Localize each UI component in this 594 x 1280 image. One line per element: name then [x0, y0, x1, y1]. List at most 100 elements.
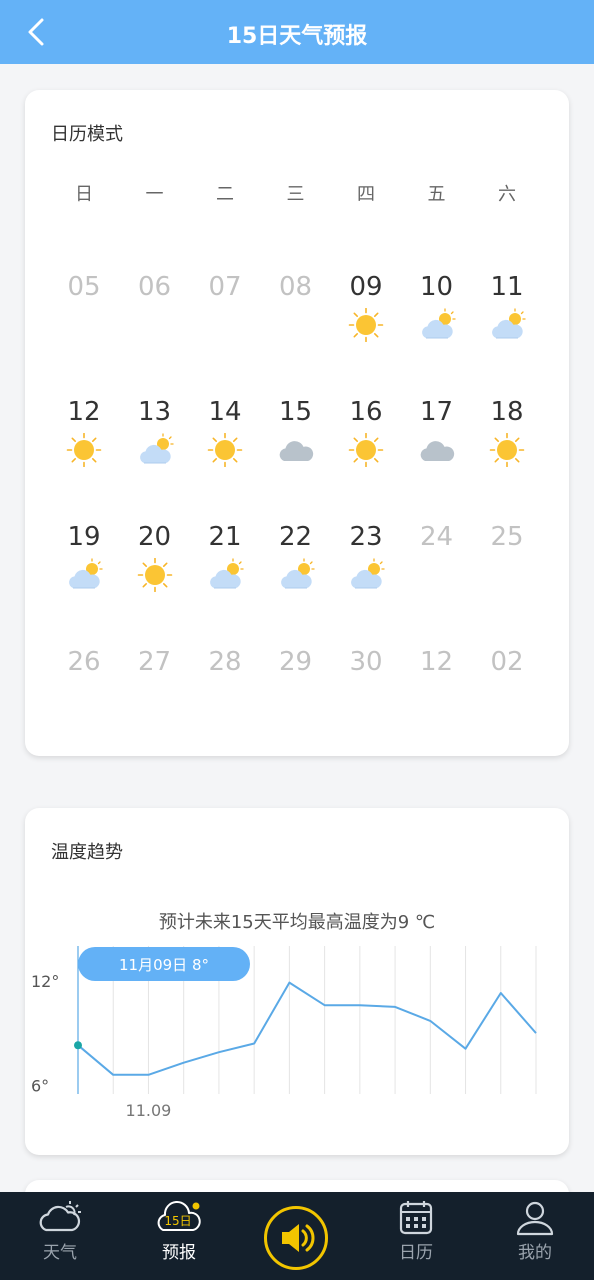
nav-item-forecast[interactable]: 15日 预报: [129, 1192, 229, 1280]
calendar-day[interactable]: 06: [120, 270, 190, 380]
nav-item-calendar[interactable]: 日历: [366, 1192, 466, 1280]
partly-cloudy-icon: [421, 308, 456, 339]
temperature-subtitle: 预计未来15天平均最高温度为9 ℃: [158, 912, 436, 933]
weekday-label: 五: [427, 184, 446, 205]
sunny-icon: [137, 558, 172, 592]
calendar-day[interactable]: 07: [190, 270, 260, 380]
day-number: 29: [278, 647, 313, 677]
weekday-label: 三: [286, 184, 305, 205]
day-number: 07: [208, 272, 242, 302]
sunny-icon: [489, 433, 525, 467]
partly-cloudy-icon: [139, 433, 174, 464]
sunny-icon: [66, 433, 102, 467]
nav-label-calendar: 日历: [399, 1243, 433, 1263]
day-number: 22: [278, 522, 313, 552]
day-number: 18: [490, 397, 524, 427]
day-number: 05: [67, 272, 101, 302]
calendar-day[interactable]: 24: [402, 520, 472, 630]
temperature-line: [77, 981, 537, 1076]
calendar-day[interactable]: 12: [402, 645, 472, 755]
forecast-badge: 15日: [164, 1214, 191, 1228]
day-number: 23: [349, 522, 383, 552]
voice-broadcast-button[interactable]: [264, 1206, 328, 1270]
calendar-day[interactable]: 15: [261, 395, 331, 505]
calendar-day[interactable]: 12: [49, 395, 119, 505]
calendar-day[interactable]: 29: [261, 645, 331, 755]
page-title: 15日天气预报: [226, 24, 368, 49]
weekday-label: 二: [216, 184, 234, 205]
nav-item-weather[interactable]: 天气: [10, 1192, 110, 1280]
weekday-label: 四: [357, 184, 375, 205]
calendar-day[interactable]: 18: [472, 395, 542, 505]
nav-label-weather: 天气: [43, 1243, 77, 1263]
tooltip-text: 11月09日 8°: [119, 956, 209, 974]
day-number: 12: [419, 647, 454, 677]
calendar-day[interactable]: 25: [472, 520, 542, 630]
calendar-day[interactable]: 26: [49, 645, 119, 755]
nav-label-forecast: 预报: [162, 1243, 196, 1263]
day-number: 06: [137, 272, 172, 302]
temperature-card: 温度趋势 预计未来15天平均最高温度为9 ℃ 6° 12° 11.09 11月09日 …: [25, 808, 569, 1155]
partly-cloudy-icon: [69, 558, 103, 589]
day-number: 26: [67, 647, 101, 677]
day-number: 17: [419, 397, 454, 427]
calendar-day[interactable]: 13: [120, 395, 190, 505]
y-tick-label: 6°: [31, 1076, 49, 1095]
day-number: 09: [349, 272, 383, 302]
calendar-day[interactable]: 17: [402, 395, 472, 505]
calendar-day[interactable]: 19: [49, 520, 119, 630]
user-icon: [516, 1201, 554, 1236]
day-number: 15: [278, 397, 313, 427]
x-tick-label: 11.09: [126, 1101, 172, 1120]
day-number: 28: [208, 647, 242, 677]
weekday-header: 日一二三四五六: [49, 180, 543, 206]
calendar-icon: [399, 1201, 433, 1235]
weekday-label: 日: [75, 184, 93, 205]
calendar-day[interactable]: 30: [331, 645, 401, 755]
day-number: 11: [490, 272, 524, 302]
sunny-icon: [348, 308, 384, 342]
calendar-day[interactable]: 08: [261, 270, 331, 380]
day-number: 20: [137, 522, 172, 552]
partly-cloudy-icon: [351, 558, 385, 589]
day-number: 30: [349, 647, 383, 677]
calendar-card: 日历模式 日 一 二 三 四 五 六 05 06 07 08 09 10 11 12 13 14 15 16 17 1…: [25, 90, 569, 756]
partly-cloudy-icon: [280, 558, 315, 589]
calendar-day[interactable]: 14: [190, 395, 260, 505]
highlight-point: [74, 1041, 82, 1050]
partly-cloudy-icon: [210, 558, 244, 589]
calendar-day[interactable]: 05: [49, 270, 119, 380]
y-tick-label: 12°: [31, 972, 59, 991]
day-number: 10: [419, 272, 454, 302]
calendar-day[interactable]: 21: [190, 520, 260, 630]
calendar-day[interactable]: 10: [402, 270, 472, 380]
day-number: 19: [67, 522, 101, 552]
day-number: 02: [490, 647, 524, 677]
calendar-day[interactable]: 27: [120, 645, 190, 755]
weekday-label: 一: [145, 184, 164, 205]
sunny-icon: [207, 433, 243, 467]
nav-item-mine[interactable]: 我的: [485, 1192, 585, 1280]
calendar-day[interactable]: 16: [331, 395, 401, 505]
cloudy-icon: [279, 441, 313, 461]
cloudy-icon: [420, 441, 454, 461]
day-number: 24: [419, 522, 454, 552]
day-number: 12: [67, 397, 101, 427]
calendar-day[interactable]: 28: [190, 645, 260, 755]
calendar-day[interactable]: 23: [331, 520, 401, 630]
day-number: 25: [490, 522, 524, 552]
partly-cloudy-icon: [492, 308, 526, 339]
calendar-day[interactable]: 20: [120, 520, 190, 630]
sunny-icon: [348, 433, 384, 467]
calendar-day[interactable]: 02: [472, 645, 542, 755]
day-number: 08: [278, 272, 313, 302]
day-number: 21: [208, 522, 242, 552]
day-number: 14: [208, 397, 242, 427]
bottom-nav: 天气 15日 预报 日历 我的: [0, 1192, 594, 1280]
temperature-chart[interactable]: 6° 12° 11.09 11月09日 8°: [25, 938, 569, 1128]
weather-icon: [39, 1201, 81, 1232]
temperature-title: 温度趋势: [51, 842, 123, 863]
calendar-day[interactable]: 11: [472, 270, 542, 380]
calendar-day[interactable]: 22: [261, 520, 331, 630]
calendar-day[interactable]: 09: [331, 270, 401, 380]
